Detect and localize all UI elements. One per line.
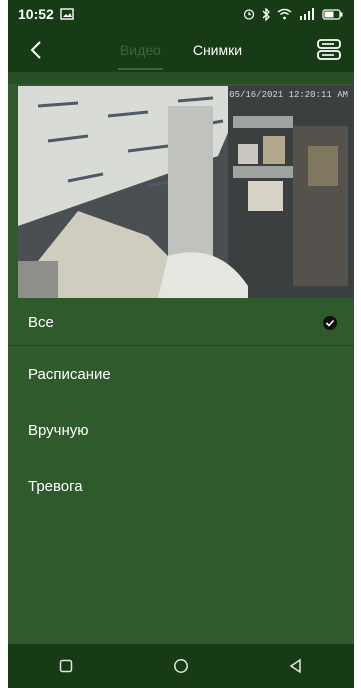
filter-list: Все Расписание Вручную Тревога [8, 300, 354, 514]
filter-item-label: Тревога [28, 477, 83, 495]
signal-icon [300, 8, 314, 20]
filter-item-schedule[interactable]: Расписание [8, 346, 354, 402]
filter-item-alarm[interactable]: Тревога [8, 458, 354, 514]
triangle-back-icon [289, 658, 302, 674]
home-button[interactable] [159, 648, 203, 684]
video-timestamp: 05/16/2021 12:20:11 AM [229, 90, 348, 100]
battery-icon [322, 8, 343, 20]
tab-bar: Видео Снимки [8, 28, 354, 72]
back-button[interactable] [274, 648, 318, 684]
filter-item-all[interactable]: Все [8, 300, 354, 346]
circle-icon [174, 659, 188, 673]
video-preview[interactable]: 05/16/2021 12:20:11 AM [18, 86, 354, 298]
check-circle-icon [323, 315, 337, 330]
filter-item-label: Все [28, 314, 54, 331]
phone-screen: 10:52 Видео Снимки 05/16/2021 12:20:11 A… [8, 0, 354, 688]
wifi-icon [277, 8, 292, 20]
bluetooth-icon [262, 7, 270, 21]
alarm-icon [243, 9, 255, 20]
status-time: 10:52 [18, 6, 54, 22]
tab-snapshots[interactable]: Снимки [193, 36, 242, 64]
tab-video[interactable]: Видео [117, 36, 163, 70]
recents-button[interactable] [44, 648, 88, 684]
storage-menu-icon[interactable] [316, 38, 342, 62]
filter-item-label: Расписание [28, 365, 111, 383]
status-bar: 10:52 [8, 0, 354, 28]
divider-strip [8, 72, 354, 84]
camera-frame-image [18, 86, 354, 298]
filter-item-label: Вручную [28, 421, 89, 439]
app-bar: Видео Снимки [8, 28, 354, 72]
system-nav-bar [8, 644, 354, 688]
square-icon [59, 659, 72, 673]
gallery-icon [60, 8, 74, 20]
filter-item-manual[interactable]: Вручную [8, 402, 354, 458]
